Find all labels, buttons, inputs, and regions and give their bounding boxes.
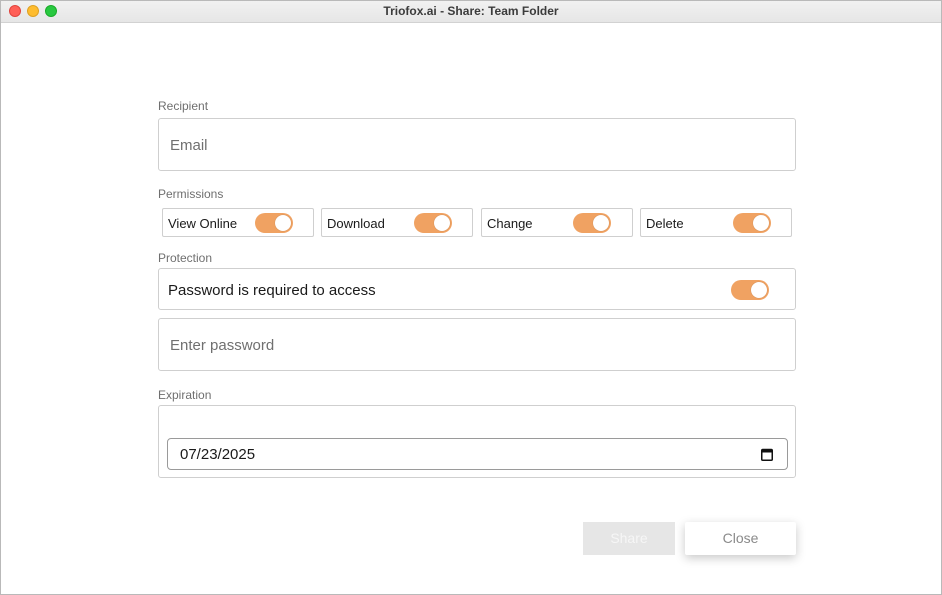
download-toggle[interactable] — [414, 213, 452, 233]
toggle-knob — [593, 215, 609, 231]
permission-download: Download — [321, 208, 473, 237]
expiration-date-input[interactable]: 07/23/2025 — [167, 438, 788, 470]
email-placeholder: Email — [170, 137, 208, 154]
permission-label: Delete — [646, 216, 684, 231]
toggle-knob — [275, 215, 291, 231]
delete-toggle[interactable] — [733, 213, 771, 233]
protection-label: Protection — [158, 251, 213, 265]
expiration-box: 07/23/2025 — [158, 405, 796, 478]
window-title: Triofox.ai - Share: Team Folder — [383, 4, 559, 18]
permissions-label: Permissions — [158, 187, 224, 201]
calendar-icon[interactable] — [761, 448, 773, 461]
permission-change: Change — [481, 208, 633, 237]
change-toggle[interactable] — [573, 213, 611, 233]
toggle-knob — [753, 215, 769, 231]
share-button[interactable]: Share — [583, 522, 675, 555]
title-bar: Triofox.ai - Share: Team Folder — [1, 1, 941, 23]
password-field[interactable]: Enter password — [158, 318, 796, 371]
recipient-label: Recipient — [158, 99, 209, 113]
password-required-label: Password is required to access — [168, 282, 376, 299]
permission-label: Download — [327, 216, 385, 231]
password-placeholder: Enter password — [170, 337, 275, 354]
toggle-knob — [751, 282, 767, 298]
view-online-toggle[interactable] — [255, 213, 293, 233]
permission-delete: Delete — [640, 208, 792, 237]
expiration-date-value: 07/23/2025 — [180, 446, 256, 463]
password-required-toggle[interactable] — [731, 280, 769, 300]
permission-label: Change — [487, 216, 533, 231]
share-dialog-window: Triofox.ai - Share: Team Folder Recipien… — [0, 0, 942, 595]
toggle-knob — [434, 215, 450, 231]
email-field[interactable]: Email — [158, 118, 796, 171]
expiration-label: Expiration — [158, 388, 212, 402]
permission-view-online: View Online — [162, 208, 314, 237]
close-button[interactable]: Close — [685, 522, 796, 555]
permission-label: View Online — [168, 216, 238, 231]
password-required-row: Password is required to access — [158, 268, 796, 310]
